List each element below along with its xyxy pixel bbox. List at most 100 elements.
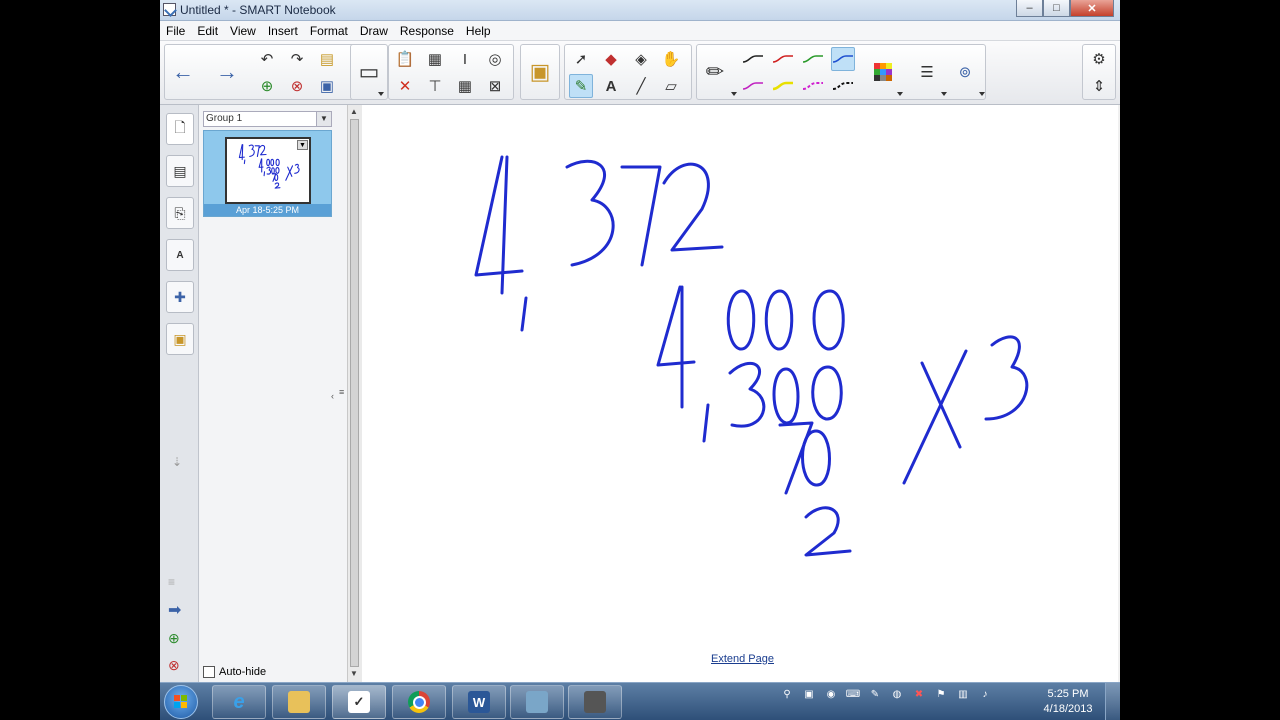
save-icon[interactable]: ▣	[315, 74, 339, 98]
paste-icon[interactable]: 📋	[393, 47, 417, 71]
ink-stroke-hw-comma-b[interactable]	[702, 403, 710, 443]
addons-tab[interactable]: ✚	[166, 281, 194, 313]
taskbar-recorder[interactable]	[568, 685, 622, 719]
autohide-option[interactable]: Auto-hide	[203, 666, 266, 678]
page-thumbnail[interactable]: ▼	[225, 137, 311, 204]
start-button[interactable]	[164, 685, 198, 719]
ink-stroke-hw-0-e[interactable]	[811, 365, 843, 421]
page-sorter-tab[interactable]: 🗋	[166, 113, 194, 145]
page-thumbnail-selected[interactable]: ▼ Apr 18-5:25 PM	[203, 130, 332, 217]
ink-stroke-hw-4-c[interactable]	[656, 285, 696, 367]
tray-network-icon[interactable]: ▥	[956, 687, 970, 701]
menu-help[interactable]: Help	[460, 24, 497, 38]
panel-splitter[interactable]: ≡	[337, 105, 347, 682]
clear-page-icon[interactable]: ⊠	[483, 74, 507, 98]
chevron-down-icon[interactable]	[731, 92, 737, 96]
open-file-icon[interactable]: ▤	[315, 47, 339, 71]
eraser-icon[interactable]: ▱	[659, 74, 683, 98]
next-arrow-icon[interactable]: ➡	[168, 600, 181, 620]
menu-edit[interactable]: Edit	[191, 24, 224, 38]
ink-stroke-hw-3-a[interactable]	[565, 159, 615, 267]
pen-style-red[interactable]	[771, 47, 795, 71]
color-palette-icon[interactable]	[871, 60, 895, 84]
pen-tool-icon[interactable]: ✏	[703, 59, 727, 84]
menu-file[interactable]: File	[160, 24, 191, 38]
close-button[interactable]: ✕	[1070, 0, 1114, 17]
line-icon[interactable]: ╱	[629, 74, 653, 98]
response-tab[interactable]: ▣	[166, 323, 194, 355]
smart-notebook-app-icon[interactable]	[163, 3, 176, 16]
previous-page-icon[interactable]: ←	[171, 59, 195, 84]
canvas-vertical-scrollbar[interactable]: ▲ ▼	[347, 105, 362, 682]
delete-page-icon[interactable]: ⊗	[285, 74, 309, 98]
autohide-checkbox[interactable]	[203, 666, 215, 678]
panel-resize-handle[interactable]: ‹	[331, 391, 334, 401]
maximize-button[interactable]: □	[1043, 0, 1070, 17]
splitter-grip-icon[interactable]: ≡	[339, 387, 344, 397]
tray-volume-icon[interactable]: ♪	[978, 687, 992, 701]
text-icon[interactable]: A	[599, 74, 623, 98]
pen-style-pink-dashed[interactable]	[801, 74, 825, 98]
delete-page-icon[interactable]: ⊗	[168, 657, 180, 674]
taskbar-file-explorer[interactable]	[272, 685, 326, 719]
ink-stroke-hw-0-d[interactable]	[772, 367, 800, 425]
scroll-up-icon[interactable]: ▲	[350, 107, 358, 116]
gallery-tab[interactable]: ▤	[166, 155, 194, 187]
tray-smart-icon[interactable]: ▣	[802, 687, 816, 701]
screen-capture-icon[interactable]: ▦	[423, 47, 447, 71]
add-page-icon[interactable]: ⊕	[255, 74, 279, 98]
tray-chrome-icon[interactable]: ◍	[890, 687, 904, 701]
ink-stroke-hw-3-b[interactable]	[728, 361, 766, 428]
ink-stroke-hw-0-b[interactable]	[764, 289, 794, 351]
line-style-icon[interactable]: ☰	[915, 60, 939, 84]
ink-stroke-hw-0-a[interactable]	[726, 289, 756, 351]
minimize-button[interactable]: –	[1016, 0, 1043, 17]
ink-stroke-hw-comma-a[interactable]	[520, 296, 528, 332]
tray-flag-icon[interactable]: ⚑	[934, 687, 948, 701]
taskbar-smart-notebook[interactable]: ✓	[332, 685, 386, 719]
notebook-page-canvas[interactable]: Extend Page	[362, 105, 1118, 682]
insert-text-icon[interactable]: I	[453, 47, 477, 71]
ink-stroke-hw-3-c[interactable]	[984, 335, 1029, 421]
tray-usb-icon[interactable]: ⚲	[780, 687, 794, 701]
taskbar-internet-explorer[interactable]: e	[212, 685, 266, 719]
pen-style-blue[interactable]	[831, 47, 855, 71]
document-camera-icon[interactable]: ◎	[483, 47, 507, 71]
redo-icon[interactable]: ↷	[285, 47, 309, 71]
delete-icon[interactable]: ✕	[393, 74, 417, 98]
attachments-tab[interactable]: ⎘	[166, 197, 194, 229]
menu-insert[interactable]: Insert	[262, 24, 304, 38]
fill-icon[interactable]: ◈	[629, 47, 653, 71]
gear-icon[interactable]: ⚙	[1087, 47, 1111, 71]
menu-draw[interactable]: Draw	[354, 24, 394, 38]
shapes-icon[interactable]: ◆	[599, 47, 623, 71]
ink-stroke-hw-4-a[interactable]	[474, 155, 524, 277]
handwritten-ink[interactable]	[362, 105, 1118, 682]
collapse-arrow-icon[interactable]: ⇣	[172, 455, 182, 469]
show-desktop-button[interactable]	[1105, 683, 1120, 720]
undo-icon[interactable]: ↶	[255, 47, 279, 71]
tray-error-icon[interactable]: ✖	[912, 687, 926, 701]
select-arrow-icon[interactable]: ➚	[569, 47, 593, 71]
scrollbar-thumb[interactable]	[350, 119, 359, 667]
ink-stroke-hw-x-b[interactable]	[902, 349, 968, 485]
chevron-down-icon[interactable]	[941, 92, 947, 96]
tray-tools-icon[interactable]: ✎	[868, 687, 882, 701]
properties-tab[interactable]: A	[166, 239, 194, 271]
group-dropdown[interactable]: Group 1 ▼	[203, 111, 332, 127]
taskbar-photo-viewer[interactable]	[510, 685, 564, 719]
move-toolbar-icon[interactable]: ⇕	[1087, 74, 1111, 98]
menu-format[interactable]: Format	[304, 24, 354, 38]
chevron-down-icon[interactable]: ▼	[316, 112, 331, 126]
ink-stroke-hw-0-f[interactable]	[801, 429, 831, 487]
taskbar-word[interactable]: W	[452, 685, 506, 719]
chevron-down-icon[interactable]	[897, 92, 903, 96]
object-properties-icon[interactable]: ⊚	[953, 60, 977, 84]
taskbar-chrome[interactable]	[392, 685, 446, 719]
ink-stroke-hw-7-b[interactable]	[778, 421, 814, 495]
pen-style-yellow-highlighter[interactable]	[771, 74, 795, 98]
ink-stroke-hw-2-b[interactable]	[804, 506, 852, 557]
ink-stroke-hw-2-a[interactable]	[662, 162, 724, 252]
pen-style-black-dashed[interactable]	[831, 74, 855, 98]
pen-style-black[interactable]	[741, 47, 765, 71]
